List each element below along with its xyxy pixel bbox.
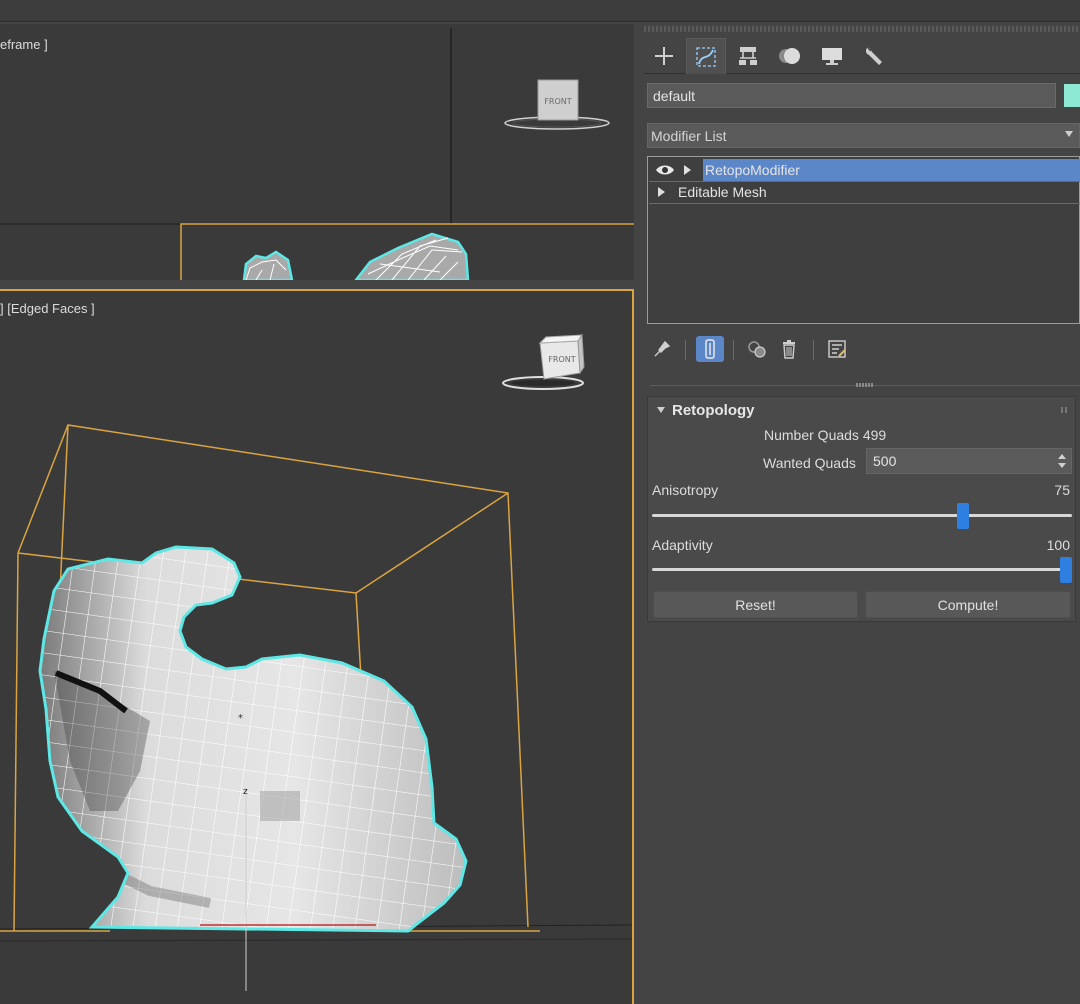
modifier-list-dropdown[interactable]: Modifier List [647,123,1080,148]
retopology-rollout: Retopology Number Quads 499 Wanted Quads… [647,396,1076,622]
wanted-quads-spinner[interactable]: 500 [866,448,1072,474]
motion-tab[interactable] [770,38,810,74]
slider-thumb[interactable] [956,503,969,529]
toolbar-divider [813,340,814,360]
stack-item-retopo-modifier[interactable]: RetopoModifier [649,159,1080,181]
wanted-quads-label: Wanted Quads [763,455,856,471]
modifier-list-label: Modifier List [651,128,727,144]
slider-thumb[interactable] [1059,557,1072,583]
top-bar [0,0,1080,22]
anisotropy-slider[interactable] [652,503,1072,529]
svg-text:*: * [238,713,243,724]
slider-track[interactable] [652,514,1072,517]
top-viewcube-icon: FRONT [504,79,610,130]
stack-toolbar [647,332,1080,364]
wanted-quads-value: 500 [873,453,897,469]
remove-modifier-icon [783,340,795,359]
rollout-title[interactable]: Retopology [672,402,755,419]
make-unique-icon [748,341,766,358]
modifier-stack: RetopoModifier Editable Mesh [647,156,1080,324]
chevron-down-icon [1065,131,1073,137]
anisotropy-value: 75 [1054,482,1070,498]
remove-modifier-button[interactable] [775,336,803,362]
stack-item-label: RetopoModifier [705,162,800,178]
panel-grip[interactable] [644,26,1080,32]
grip-dots [856,383,874,387]
toolbar-divider [733,340,734,360]
perspective-viewport[interactable]: ] [Edged Faces ] z * FRONT [0,289,634,1004]
utilities-tab[interactable] [854,38,894,74]
svg-text:FRONT: FRONT [548,355,575,364]
wrench-icon [865,47,882,65]
rollout-drag-icon[interactable] [1061,407,1067,413]
display-tab[interactable] [812,38,852,74]
stack-item-editable-mesh[interactable]: Editable Mesh [649,181,1080,203]
svg-text:z: z [243,787,248,797]
adaptivity-label: Adaptivity [652,537,713,553]
anisotropy-label: Anisotropy [652,482,719,498]
collapse-caret-icon[interactable] [657,407,665,413]
svg-text:FRONT: FRONT [544,97,571,106]
make-unique-button[interactable] [743,336,771,362]
plus-icon [655,47,673,65]
compute-button[interactable]: Compute! [865,591,1071,618]
motion-icon [779,48,800,64]
top-viewport[interactable]: eframe ] FRONT [0,24,634,280]
stack-item-label: Editable Mesh [678,184,767,200]
pin-icon [654,340,671,357]
expand-triangle-icon[interactable] [684,165,691,175]
toolbar-divider [685,340,686,360]
pin-stack-button[interactable] [648,336,676,362]
object-name-field[interactable] [647,83,1056,108]
slider-track[interactable] [652,568,1072,571]
perspective-viewport-scene: z * FRONT [0,333,632,991]
hierarchy-tab[interactable] [728,38,768,74]
command-panel: Modifier List RetopoModifier Editable Me… [640,24,1080,1004]
number-quads-label: Number Quads 499 [764,427,887,443]
show-end-result-button[interactable] [696,336,724,362]
rollout-splitter[interactable] [650,383,1080,387]
create-tab[interactable] [644,38,684,74]
adaptivity-slider[interactable] [652,557,1072,583]
show-end-result-icon [705,339,715,359]
perspective-viewcube-icon: FRONT [502,333,585,390]
hierarchy-icon [739,47,757,65]
spinner-arrows-icon[interactable] [1058,454,1066,468]
expand-triangle-icon[interactable] [658,187,665,197]
reset-button[interactable]: Reset! [653,591,858,618]
stack-divider [649,203,1080,204]
adaptivity-value: 100 [1046,537,1070,553]
modify-curve-icon [696,46,716,67]
monitor-icon [822,48,842,65]
top-viewport-scene: FRONT [0,28,634,280]
eye-icon[interactable] [655,163,675,177]
modify-tab[interactable] [686,38,726,74]
command-panel-tabs [644,38,1080,74]
configure-modifier-sets-button[interactable] [823,336,851,362]
configure-icon [828,340,846,358]
object-color-swatch[interactable] [1064,84,1080,107]
